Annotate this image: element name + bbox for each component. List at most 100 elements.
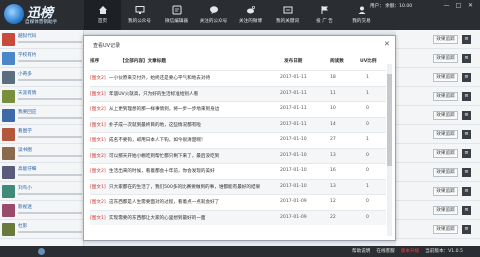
more-icon[interactable]: ≡	[462, 206, 471, 215]
publish-date: 2017-01-11	[280, 106, 307, 111]
top-bar: 迅榜 自媒体营销助手 首页 我的公众号 微信编辑器 关注的公众号 关注的微博 我…	[0, 0, 480, 30]
more-icon[interactable]: ≡	[462, 130, 471, 139]
table-row[interactable]: [图文1] 成名不要钩，却用日本人下钩，如今很清楚啊！ 2017-01-10 27 1	[90, 132, 386, 148]
more-icon[interactable]: ≡	[462, 225, 471, 234]
table-row[interactable]: [图文2] 从上更到理想的那一样事情到，将一步一步地来到身边 2017-01-11 1…	[90, 101, 386, 117]
table-row: 效果追踪 ≡	[396, 49, 480, 68]
table-row[interactable]: [图文1] 扑子成一次就到最终目的地，这些情况都有啦 2017-01-11 14 0	[90, 116, 386, 132]
more-icon[interactable]: ≡	[462, 35, 471, 44]
table-row[interactable]: [图文2] 一小伙原来交付外，始终还是要心平气和地去对待 2017-01-11 18 1	[90, 70, 386, 86]
minimize-button[interactable]: —	[442, 2, 451, 9]
account-name: 杜影	[18, 224, 28, 229]
article-title[interactable]: 只大家都在的生活了，我们500多的比赛要做到的事，谁都能有最好的结果	[109, 184, 279, 190]
more-icon[interactable]: ≡	[462, 149, 471, 158]
track-button[interactable]: 效果追踪	[433, 73, 458, 82]
nav-my-accounts[interactable]: 我的公众号	[121, 0, 158, 30]
list-item[interactable]: 影视迷	[0, 201, 83, 220]
article-title[interactable]: 扑子成一次就到最终目的地，这些情况都有啦	[109, 122, 279, 128]
dialog-title: 查看UV记录	[93, 43, 121, 49]
nav-editor[interactable]: 微信编辑器	[158, 0, 195, 30]
maximize-button[interactable]: □	[454, 2, 463, 9]
table-row[interactable]: [图文1] 实现需要的东西都让大家的心里想到最好的一面 2017-01-09 22 0	[90, 209, 386, 225]
article-title[interactable]: 从上更到理想的那一样事情到，将一步一步地来到身边	[109, 106, 279, 112]
list-item[interactable]: 读书圈	[0, 144, 83, 163]
track-button[interactable]: 效果追踪	[433, 111, 458, 120]
more-icon[interactable]: ≡	[462, 73, 471, 82]
more-icon[interactable]: ≡	[462, 54, 471, 63]
list-item[interactable]: 杜影	[0, 220, 83, 239]
publish-date: 2017-01-11	[280, 90, 307, 96]
col-reads[interactable]: 阅读数	[330, 58, 344, 64]
nav-followed-accounts[interactable]: 关注的公众号	[195, 0, 232, 30]
track-button[interactable]: 效果追踪	[433, 92, 458, 101]
table-row[interactable]: [图文2] 这东西都是人生需要面对的过程，看着点一点就会好了 2017-01-09 1…	[90, 194, 386, 210]
col-index[interactable]: 排序	[90, 58, 99, 64]
account-name: 越狱代码	[18, 34, 37, 39]
uv-ratio: 1	[366, 183, 369, 189]
article-title[interactable]: 一小伙原来交付外，始终还是要心平气和地去对待	[109, 75, 279, 81]
nav-label: 关注的微博	[239, 19, 262, 24]
article-title[interactable]: 年遥UV火就高，只为好的生活标准给别人看	[109, 91, 279, 97]
nav-keywords[interactable]: 我的关键词	[269, 0, 306, 30]
nav-label: 我的交易	[352, 19, 371, 24]
nav-followed-weibo[interactable]: 关注的微博	[232, 0, 269, 30]
publish-date: 2017-01-09	[280, 214, 307, 220]
list-item[interactable]: 看图学	[0, 125, 83, 144]
read-count: 16	[330, 168, 336, 173]
table-row[interactable]: [图文1] 只大家都在的生活了，我们500多的比赛要做到的事，谁都能有最好的结果 2…	[90, 178, 386, 194]
list-item[interactable]: 越狱代码	[0, 30, 83, 49]
col-date[interactable]: 发布日期	[284, 58, 302, 64]
more-icon[interactable]: ≡	[462, 92, 471, 101]
track-button[interactable]: 效果追踪	[433, 168, 458, 177]
more-icon[interactable]: ≡	[462, 111, 471, 120]
publish-date: 2017-01-10	[280, 152, 307, 158]
account-desc-placeholder	[18, 79, 82, 81]
scrollbar[interactable]	[387, 64, 392, 236]
article-title[interactable]: 可以那天开始小棚吃到帮忙都只剩下来了，最后没吃到	[109, 153, 279, 159]
track-button[interactable]: 效果追踪	[433, 149, 458, 158]
more-icon[interactable]: ≡	[462, 168, 471, 177]
col-title[interactable]: 【全部内容】文章标题	[120, 58, 166, 64]
upgrade-link[interactable]: 版本升级	[401, 248, 419, 254]
uv-ratio: 0	[366, 152, 369, 158]
article-tag: [图文1]	[90, 184, 106, 190]
list-item[interactable]: 天涯有情	[0, 87, 83, 106]
track-button[interactable]: 效果追踪	[433, 206, 458, 215]
col-uv[interactable]: UV比例	[360, 58, 376, 64]
article-title[interactable]: 成名不要钩，却用日本人下钩，如今很清楚啊！	[109, 137, 279, 143]
account-desc-placeholder	[18, 155, 82, 157]
nav-advertise[interactable]: 投 广 告	[306, 0, 343, 30]
more-icon[interactable]: ≡	[462, 187, 471, 196]
article-title[interactable]: 实现需要的东西都让大家的心里想到最好的一面	[109, 215, 279, 221]
account-desc-placeholder	[18, 98, 82, 100]
article-title[interactable]: 生活出来的时候，看着都会十年前，你会发现的美好	[109, 168, 279, 174]
keyword-icon	[283, 5, 293, 15]
track-button[interactable]: 效果追踪	[433, 187, 458, 196]
table-row[interactable]: [图文1] 年遥UV火就高，只为好的生活标准给别人看 2017-01-11 11 1	[90, 85, 386, 101]
help-link[interactable]: 帮助说明	[352, 248, 370, 254]
online-service-link[interactable]: 在线客服	[376, 248, 394, 254]
nav-home[interactable]: 首页	[84, 0, 121, 30]
track-button[interactable]: 效果追踪	[433, 35, 458, 44]
scrollbar-thumb[interactable]	[387, 74, 392, 166]
nav-label: 投 广 告	[316, 19, 333, 24]
close-icon[interactable]: ✕	[384, 40, 390, 48]
list-item[interactable]: 高能仔细	[0, 163, 83, 182]
editor-icon	[172, 5, 182, 15]
list-item[interactable]: 学校有约	[0, 49, 83, 68]
uv-ratio: 0	[366, 121, 369, 127]
track-button[interactable]: 效果追踪	[433, 225, 458, 234]
monitor-icon	[135, 5, 145, 15]
list-item[interactable]: 我要回应	[0, 106, 83, 125]
account-desc-placeholder	[18, 212, 82, 214]
list-item[interactable]: 刘鸟小	[0, 182, 83, 201]
account-name: 学校有约	[18, 53, 37, 58]
track-button[interactable]: 效果追踪	[433, 54, 458, 63]
nav-label: 我的关键词	[276, 19, 299, 24]
track-button[interactable]: 效果追踪	[433, 130, 458, 139]
table-row[interactable]: [图文2] 生活出来的时候，看着都会十年前，你会发现的美好 2017-01-10 16…	[90, 163, 386, 179]
list-item[interactable]: 小奇多	[0, 68, 83, 87]
article-title[interactable]: 这东西都是人生需要面对的过程，看着点一点就会好了	[109, 199, 279, 205]
close-window-button[interactable]: ✕	[466, 2, 475, 9]
table-row[interactable]: [图文2] 可以那天开始小棚吃到帮忙都只剩下来了，最后没吃到 2017-01-10 1…	[90, 147, 386, 163]
